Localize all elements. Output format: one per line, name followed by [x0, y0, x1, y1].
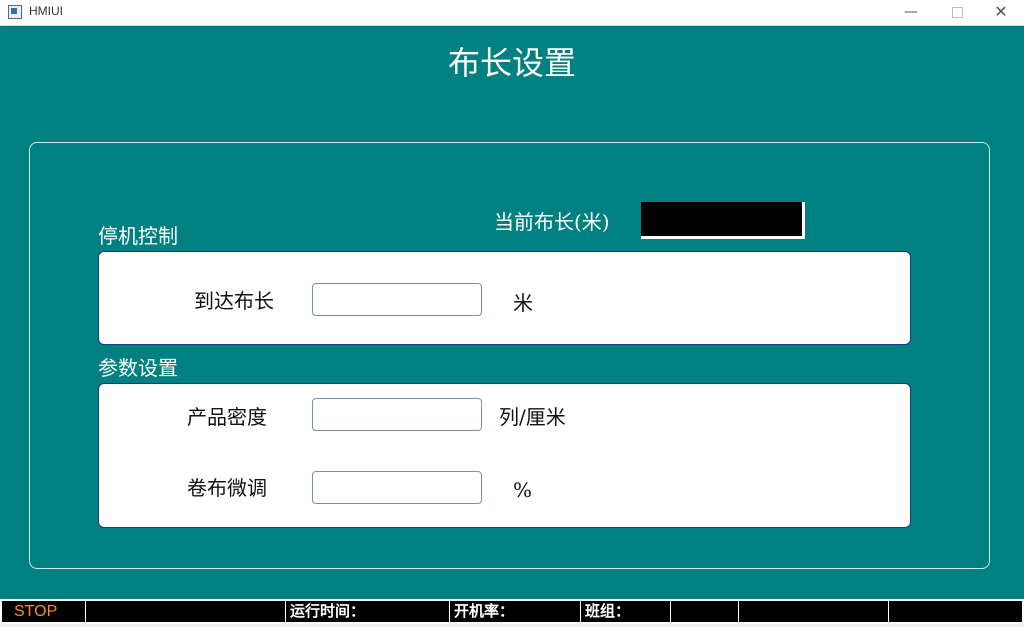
- page-title: 布长设置: [447, 44, 576, 82]
- stop-control-panel: 到达布长 米: [98, 251, 911, 345]
- density-label: 产品密度: [187, 405, 267, 429]
- status-cell-blank: [739, 601, 889, 622]
- machine-state: STOP: [2, 601, 86, 622]
- target-length-unit: 米: [513, 291, 533, 315]
- maximize-icon: [951, 6, 963, 18]
- fine-tune-unit: %: [513, 478, 533, 502]
- close-button[interactable]: ✕: [978, 0, 1024, 26]
- main-area: 布长设置 当前布长(米) 停机控制 到达布长 米 参数设置 产品密度 列/厘米 …: [0, 26, 1024, 599]
- parameter-settings-panel: 产品密度 列/厘米 卷布微调 %: [98, 383, 911, 528]
- status-cell-blank: [86, 601, 286, 622]
- status-cell-blank: [671, 601, 739, 622]
- fine-tune-input[interactable]: [312, 471, 482, 504]
- minimize-button[interactable]: —: [888, 0, 934, 26]
- density-input[interactable]: [312, 398, 482, 431]
- close-icon: ✕: [994, 2, 1008, 21]
- status-cell-blank: [889, 601, 1022, 622]
- uptime-label: 开机率：: [450, 601, 581, 622]
- current-length-display: [641, 202, 805, 239]
- parameter-settings-heading: 参数设置: [98, 356, 178, 380]
- fine-tune-label: 卷布微调: [187, 476, 267, 500]
- maximize-button[interactable]: [934, 0, 980, 26]
- density-unit: 列/厘米: [499, 405, 566, 429]
- target-length-label: 到达布长: [194, 289, 274, 313]
- shift-label: 班组：: [581, 601, 671, 622]
- run-time-label: 运行时间：: [286, 601, 450, 622]
- minimize-icon: —: [904, 4, 918, 20]
- window-titlebar: HMIUI — ✕: [0, 0, 1024, 26]
- app-icon: [8, 5, 22, 19]
- status-bar: STOP 运行时间： 开机率： 班组：: [0, 599, 1024, 624]
- target-length-input[interactable]: [312, 283, 482, 316]
- current-length-label: 当前布长(米): [494, 210, 610, 234]
- window-title: HMIUI: [29, 4, 63, 18]
- stop-control-heading: 停机控制: [98, 224, 178, 248]
